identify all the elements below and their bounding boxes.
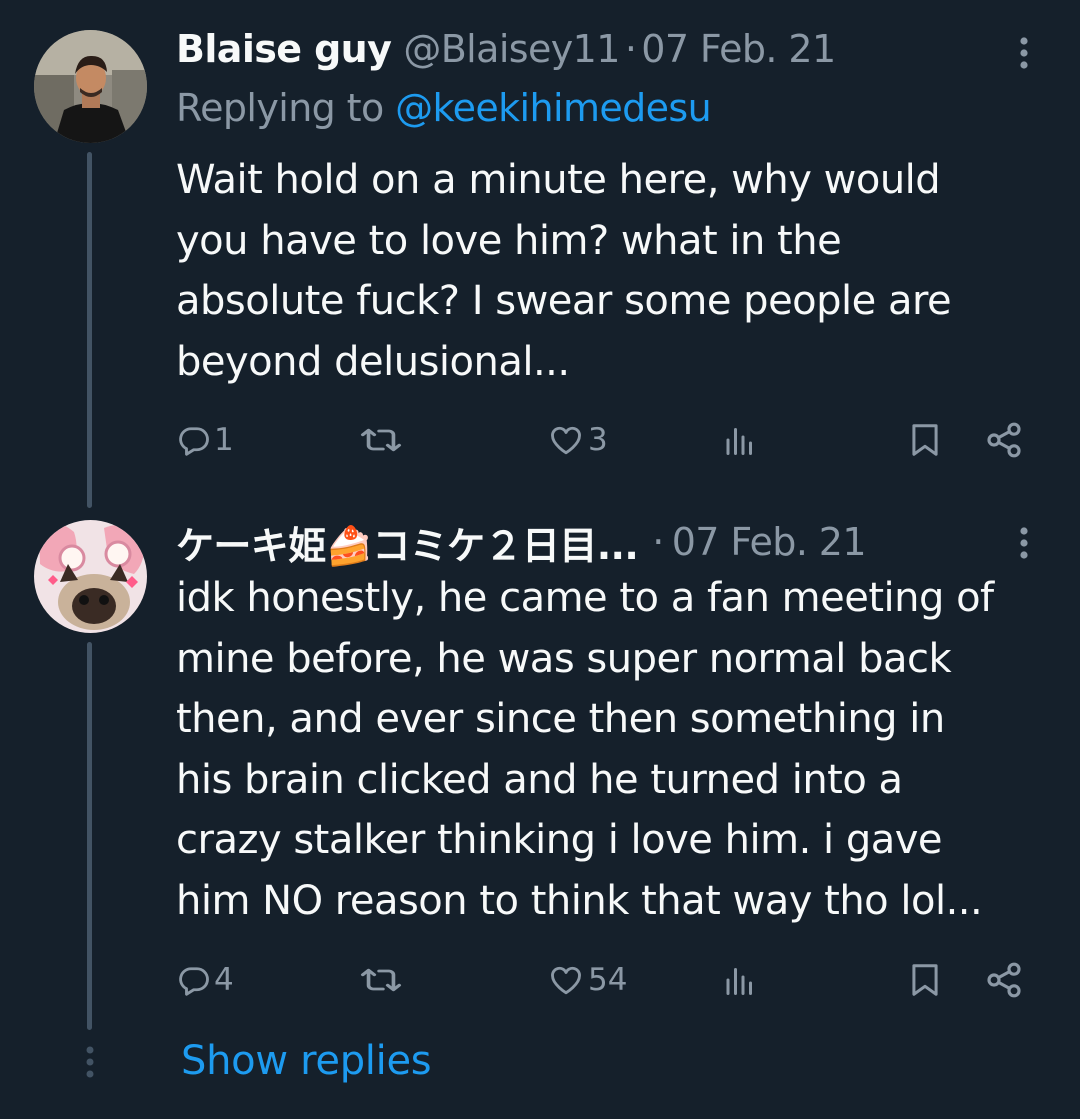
share-icon — [984, 420, 1024, 460]
reply-button[interactable]: 1 — [176, 416, 234, 464]
bookmark-icon — [906, 421, 944, 459]
repost-icon — [358, 962, 404, 998]
author-name[interactable]: Blaise guy — [176, 27, 392, 71]
repost-button[interactable] — [358, 956, 406, 1004]
like-count: 54 — [588, 962, 628, 998]
show-replies-link[interactable]: Show replies — [181, 1038, 432, 1084]
like-button[interactable]: 54 — [546, 956, 627, 1004]
author-name[interactable]: ケーキ姫🍰コミケ２日目... — [176, 515, 639, 570]
tweet-text: Wait hold on a minute here, why would yo… — [176, 157, 952, 385]
bookmark-button[interactable] — [906, 416, 944, 464]
more-icon[interactable] — [1004, 28, 1044, 78]
separator-dot: · — [624, 27, 637, 71]
bookmark-icon — [906, 961, 944, 999]
more-icon[interactable] — [1004, 518, 1044, 568]
tweet-header: Blaise guy @Blaisey11 · 07 Feb. 21 — [176, 24, 836, 74]
share-button[interactable] — [984, 956, 1024, 1004]
reply-count: 4 — [214, 962, 234, 998]
bookmark-button[interactable] — [906, 956, 944, 1004]
like-icon — [546, 422, 586, 458]
tweet-header: ケーキ姫🍰コミケ２日目... · 07 Feb. 21 — [176, 515, 867, 570]
avatar[interactable] — [34, 30, 147, 143]
views-icon — [722, 422, 758, 458]
repost-icon — [358, 422, 404, 458]
like-icon — [546, 962, 586, 998]
avatar[interactable] — [34, 520, 147, 633]
thread-continuation-dots-icon — [86, 1046, 94, 1078]
thread-connector-line — [87, 642, 92, 1030]
repost-button[interactable] — [358, 416, 406, 464]
like-button[interactable]: 3 — [546, 416, 608, 464]
separator-dot: · — [652, 520, 664, 564]
tweet-text: idk honestly, he came to a fan meeting o… — [176, 575, 994, 924]
reply-icon — [176, 422, 212, 458]
reply-icon — [176, 962, 212, 998]
like-count: 3 — [588, 422, 608, 458]
author-handle[interactable]: @Blaisey11 — [403, 27, 620, 71]
reply-mention-link[interactable]: @keekihimedesu — [395, 86, 712, 130]
reply-count: 1 — [214, 422, 234, 458]
share-icon — [984, 960, 1024, 1000]
views-button[interactable] — [722, 956, 760, 1004]
views-button[interactable] — [722, 416, 760, 464]
timestamp[interactable]: 07 Feb. 21 — [641, 27, 836, 71]
reply-button[interactable]: 4 — [176, 956, 234, 1004]
replying-to: Replying to @keekihimedesu — [176, 86, 712, 130]
replying-to-label: Replying to — [176, 86, 396, 130]
thread-connector-line — [87, 152, 92, 508]
share-button[interactable] — [984, 416, 1024, 464]
timestamp[interactable]: 07 Feb. 21 — [672, 520, 867, 564]
views-icon — [722, 962, 758, 998]
